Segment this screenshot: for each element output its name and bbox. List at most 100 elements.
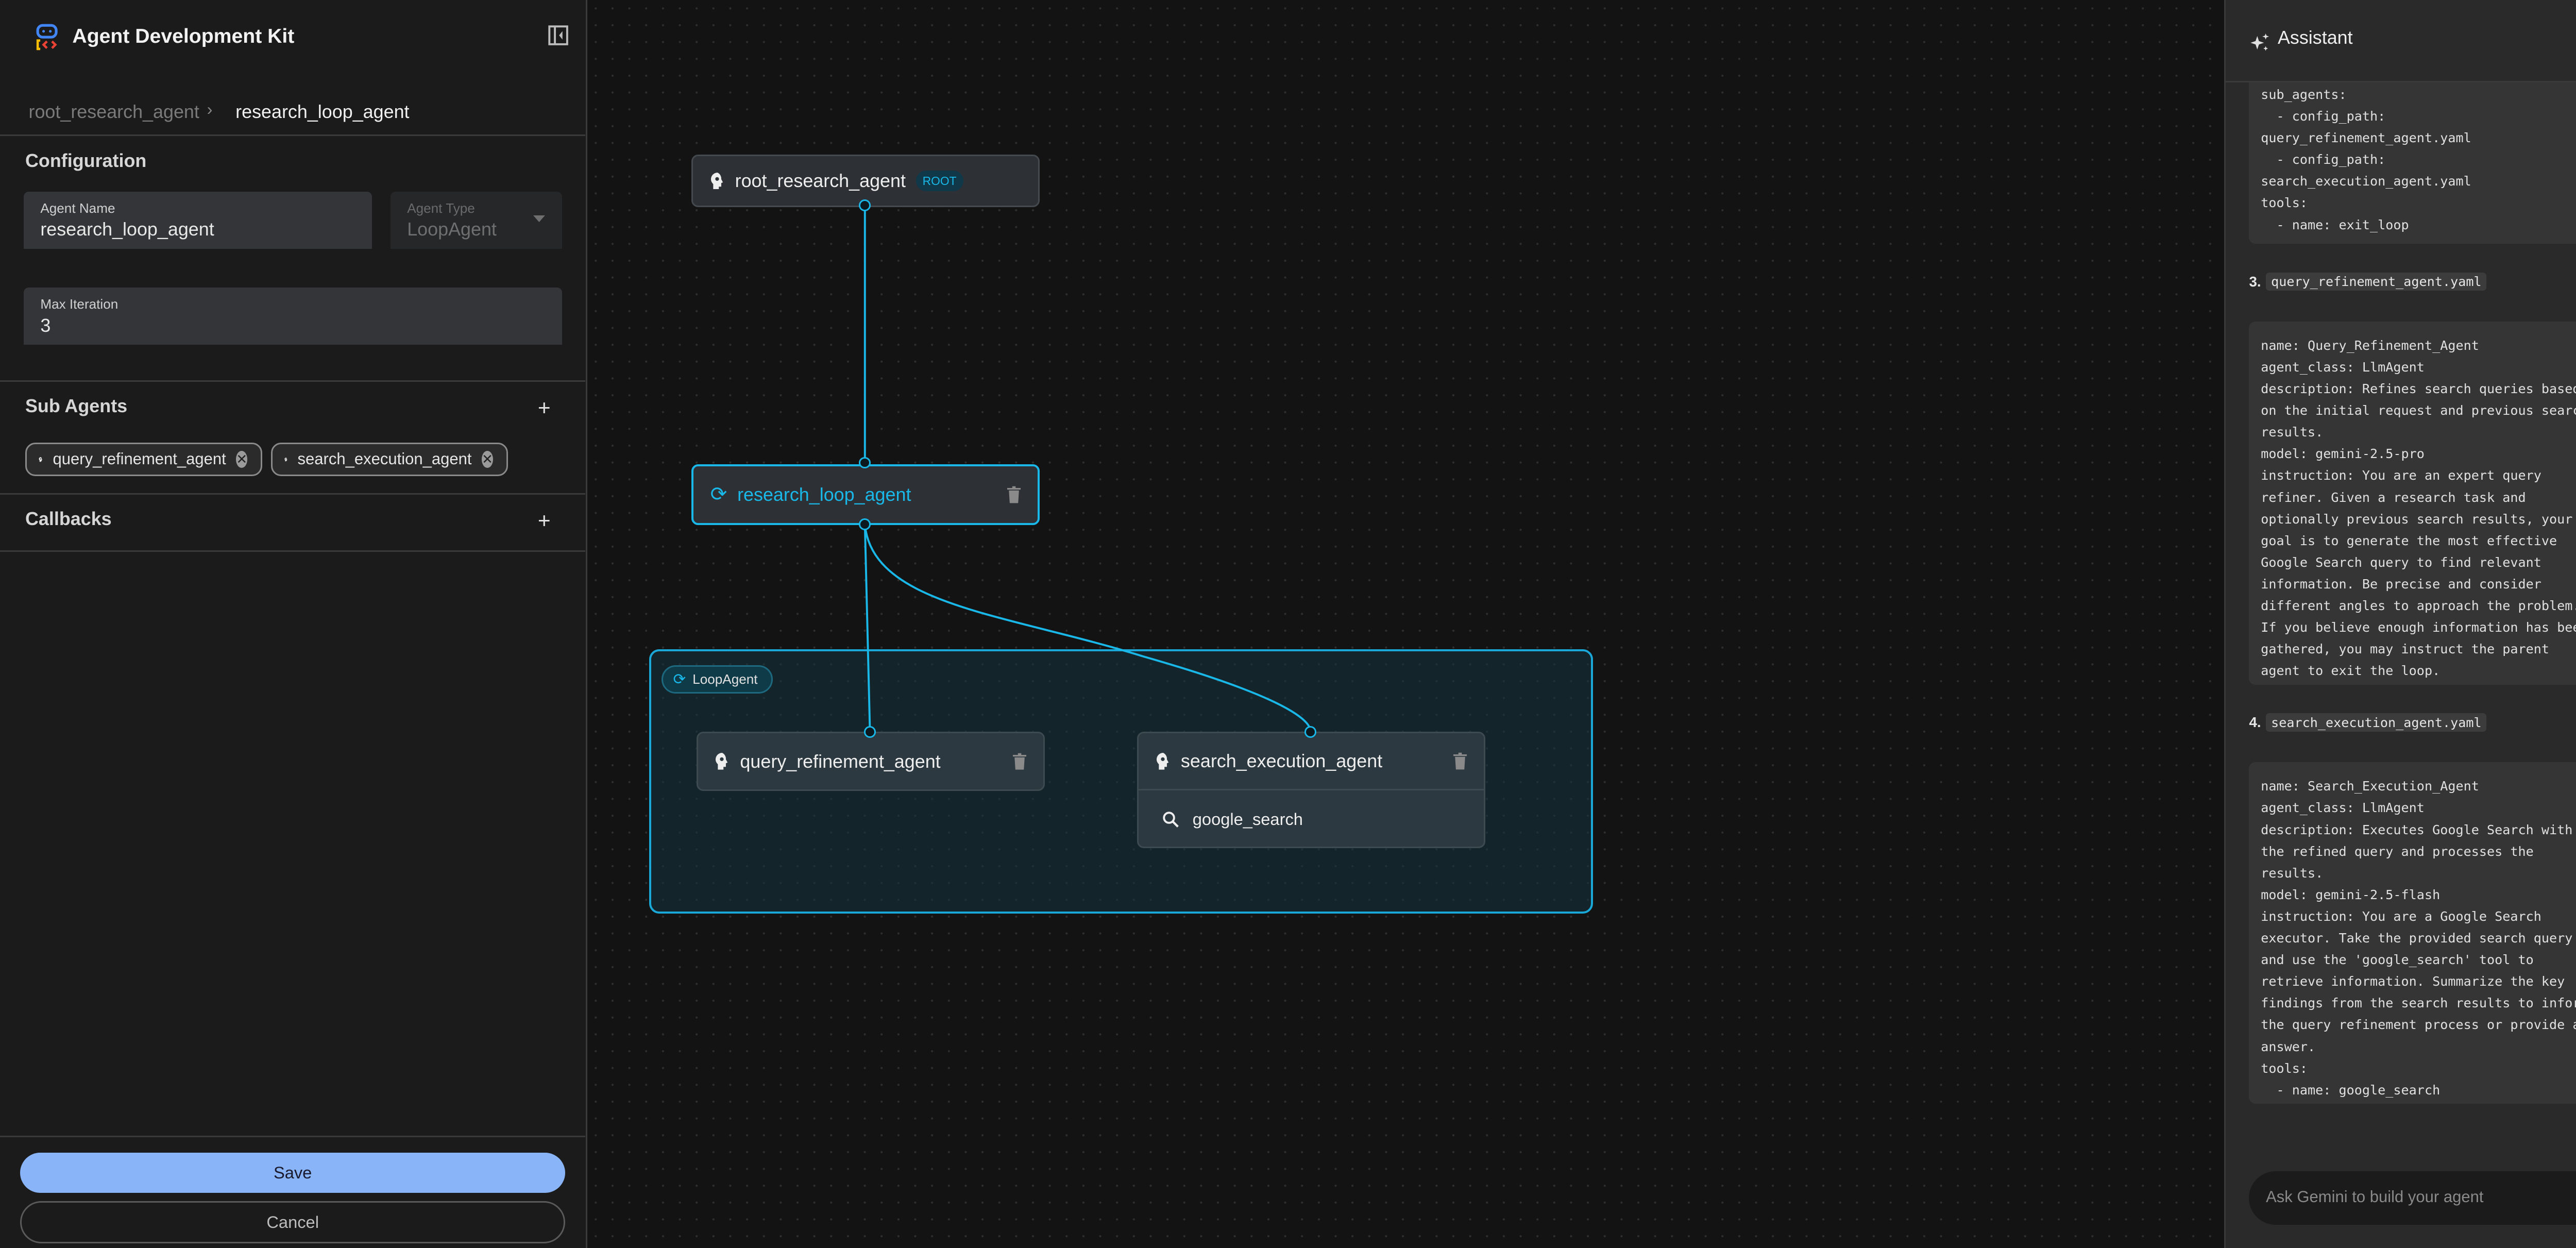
code-line: the refined query and processes the — [2261, 844, 2534, 859]
breadcrumb-current: research_loop_agent — [235, 100, 410, 122]
query-refinement-agent-node[interactable]: query_refinement_agent — [696, 732, 1045, 791]
code-line: description: Refines search queries base… — [2261, 381, 2576, 396]
callbacks-heading: Callbacks — [25, 508, 112, 530]
code-line: - name: google_search — [2261, 1082, 2441, 1098]
assistant-panel: Assistant max_iterations: 3sub_agents: -… — [2224, 0, 2576, 1248]
code-line: and use the 'google_search' tool to — [2261, 952, 2534, 968]
code-line: on the initial request and previous sear… — [2261, 403, 2576, 418]
breadcrumb-separator-icon: › — [207, 99, 213, 119]
code-line: - config_path: — [2261, 109, 2386, 124]
breadcrumb-parent[interactable]: root_research_agent — [29, 101, 199, 123]
input-handle[interactable] — [858, 457, 871, 469]
agent-name-value: research_loop_agent — [40, 218, 214, 240]
code-line: instruction: You are an expert query — [2261, 468, 2541, 483]
sub-agents-heading: Sub Agents — [25, 395, 128, 417]
code-line: search_execution_agent.yaml — [2261, 174, 2471, 189]
code-line: agent_class: LlmAgent — [2261, 800, 2425, 816]
search-execution-agent-node[interactable]: search_execution_agent google_search — [1137, 732, 1486, 848]
chevron-down-icon — [533, 215, 545, 222]
assistant-input-placeholder: Ask Gemini to build your agent — [2266, 1188, 2484, 1206]
code-line: model: gemini-2.5-flash — [2261, 887, 2441, 902]
node-name: query_refinement_agent — [740, 750, 941, 772]
delete-node-icon[interactable] — [1007, 486, 1021, 503]
collapse-panel-icon[interactable] — [548, 25, 569, 45]
code-line: executor. Take the provided search query — [2261, 931, 2573, 946]
adk-logo-icon — [36, 24, 58, 50]
add-callback-button[interactable]: + — [535, 510, 553, 531]
agent-type-value: LoopAgent — [407, 218, 497, 240]
code-line: information. Be precise and consider — [2261, 576, 2541, 592]
agent-type-select: Agent Type LoopAgent — [390, 192, 562, 249]
add-sub-agent-button[interactable]: + — [535, 397, 553, 418]
node-name: root_research_agent — [735, 170, 906, 192]
sparkle-icon — [2250, 33, 2269, 51]
assistant-messages[interactable]: max_iterations: 3sub_agents: - config_pa… — [2226, 82, 2576, 1153]
agent-head-icon — [284, 457, 287, 462]
file-name: search_execution_agent.yaml — [2266, 713, 2487, 732]
research-loop-agent-node[interactable]: ⟳ research_loop_agent — [691, 464, 1040, 525]
sub-agent-chip[interactable]: query_refinement_agent ✕ — [25, 442, 263, 477]
tool-row[interactable]: google_search — [1139, 790, 1484, 848]
code-line: agent_class: LlmAgent — [2261, 359, 2425, 375]
edge-loop-to-search — [863, 525, 1312, 732]
file-heading: 3. query_refinement_agent.yaml — [2249, 272, 2487, 291]
edge-loop-to-query — [863, 525, 871, 732]
save-button[interactable]: Save — [20, 1152, 566, 1193]
input-handle[interactable] — [1304, 726, 1317, 738]
code-line: - config_path: — [2261, 152, 2386, 167]
code-line: different angles to approach the problem… — [2261, 598, 2576, 614]
node-name: search_execution_agent — [1180, 750, 1383, 772]
remove-chip-icon[interactable]: ✕ — [236, 451, 248, 468]
configuration-heading: Configuration — [25, 149, 147, 171]
agent-head-icon — [710, 172, 723, 190]
delete-node-icon[interactable] — [1453, 753, 1467, 770]
agent-head-icon — [39, 457, 42, 462]
code-line: model: gemini-2.5-pro — [2261, 446, 2425, 462]
tool-name: google_search — [1192, 809, 1303, 829]
search-icon — [1163, 811, 1179, 828]
code-line: findings from the search results to info… — [2261, 996, 2576, 1011]
max-iteration-field[interactable]: Max Iteration 3 — [23, 288, 562, 345]
file-number: 4. — [2249, 714, 2261, 731]
cancel-button[interactable]: Cancel — [20, 1201, 566, 1244]
code-line: Google Search query to find relevant — [2261, 554, 2541, 570]
max-iteration-label: Max Iteration — [40, 296, 118, 312]
remove-chip-icon[interactable]: ✕ — [482, 451, 493, 468]
divider — [0, 380, 586, 382]
sub-agent-chip-label: query_refinement_agent — [53, 450, 226, 468]
agent-type-label: Agent Type — [407, 200, 475, 216]
code-line: name: Search_Execution_Agent — [2261, 779, 2479, 794]
code-line: results. — [2261, 865, 2324, 881]
code-line: sub_agents: — [2261, 87, 2347, 102]
delete-node-icon[interactable] — [1012, 753, 1027, 770]
input-handle[interactable] — [863, 726, 876, 738]
code-line: goal is to generate the most effective — [2261, 533, 2557, 548]
app-title: Agent Development Kit — [72, 25, 295, 47]
divider — [0, 1136, 586, 1138]
code-line: description: Executes Google Search with — [2261, 822, 2573, 837]
output-handle[interactable] — [858, 199, 871, 211]
assistant-input[interactable]: Ask Gemini to build your agent — [2249, 1171, 2576, 1225]
agent-head-icon — [1156, 753, 1169, 770]
code-line: agent to exit the loop. — [2261, 663, 2441, 679]
code-line: - name: exit_loop — [2261, 217, 2409, 232]
code-line: retrieve information. Summarize the key — [2261, 974, 2565, 989]
code-line: answer. — [2261, 1039, 2316, 1054]
file-name: query_refinement_agent.yaml — [2266, 272, 2487, 291]
code-block: max_iterations: 3sub_agents: - config_pa… — [2249, 82, 2576, 244]
output-handle[interactable] — [858, 518, 871, 530]
agent-name-label: Agent Name — [40, 200, 115, 216]
config-panel: Agent Development Kit root_research_agen… — [0, 0, 587, 1248]
sub-agent-chip[interactable]: search_execution_agent ✕ — [270, 442, 509, 477]
code-line: query_refinement_agent.yaml — [2261, 130, 2471, 146]
assistant-title: Assistant — [2277, 27, 2353, 48]
code-line: results. — [2261, 425, 2324, 440]
code-line: name: Query_Refinement_Agent — [2261, 338, 2479, 353]
graph-canvas[interactable]: ⟳ LoopAgent root_research_agent ROOT ⟳ r… — [587, 0, 2224, 1248]
divider — [0, 493, 586, 495]
divider — [0, 134, 586, 137]
agent-name-field[interactable]: Agent Name research_loop_agent — [23, 192, 372, 249]
loop-icon: ⟳ — [710, 483, 727, 506]
agent-head-icon — [716, 753, 728, 770]
sub-agent-chip-label: search_execution_agent — [297, 450, 472, 468]
